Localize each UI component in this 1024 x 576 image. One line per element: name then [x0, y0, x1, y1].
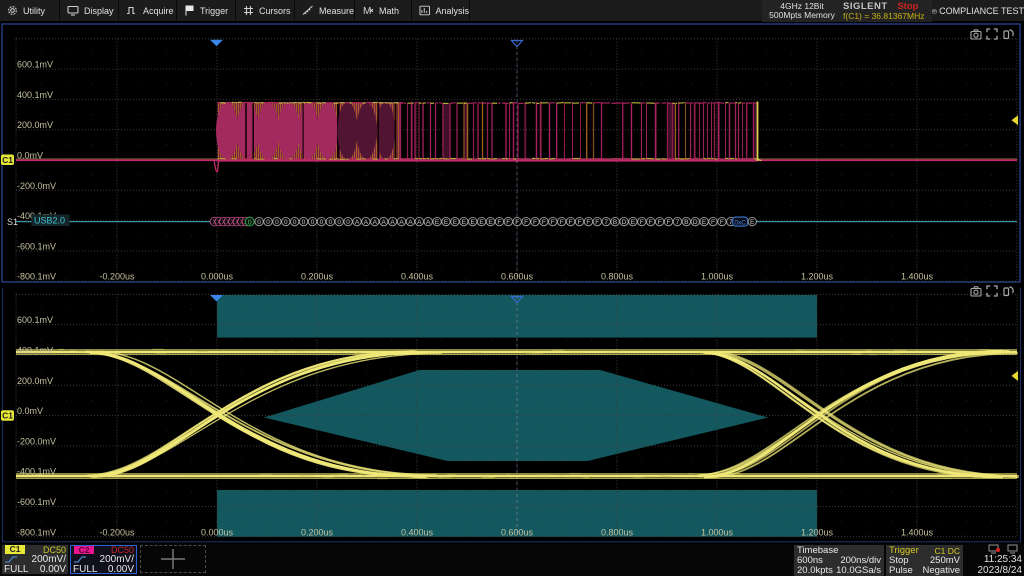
svg-text:A: A: [373, 219, 378, 226]
svg-text:A: A: [390, 219, 395, 226]
svg-text:600.1mV: 600.1mV: [17, 315, 53, 325]
svg-text:0: 0: [266, 219, 270, 226]
svg-text:0.800us: 0.800us: [601, 528, 634, 538]
svg-text:0.800us: 0.800us: [601, 272, 634, 282]
svg-text:A: A: [355, 219, 360, 226]
svg-text:0: 0: [346, 219, 350, 226]
svg-text:0xC: 0xC: [734, 219, 746, 226]
svg-text:-800.1mV: -800.1mV: [17, 527, 56, 537]
svg-text:F: F: [586, 219, 590, 226]
svg-text:0: 0: [248, 219, 252, 226]
svg-text:0.400us: 0.400us: [401, 272, 434, 282]
svg-text:0: 0: [293, 219, 297, 226]
svg-text:F: F: [569, 219, 573, 226]
svg-text:F: F: [658, 219, 662, 226]
svg-text:-600.1mV: -600.1mV: [17, 497, 56, 507]
svg-text:M: M: [363, 6, 371, 16]
svg-text:0.000us: 0.000us: [201, 528, 234, 538]
svg-text:E: E: [750, 219, 755, 226]
svg-text:A: A: [408, 219, 413, 226]
svg-text:E: E: [479, 219, 484, 226]
svg-text:D: D: [693, 219, 698, 226]
svg-text:-0.200us: -0.200us: [99, 272, 135, 282]
svg-text:1.200us: 1.200us: [801, 272, 834, 282]
svg-text:S1: S1: [7, 217, 18, 227]
svg-text:-200.0mV: -200.0mV: [17, 181, 56, 191]
svg-text:B: B: [684, 219, 688, 226]
svg-text:0: 0: [337, 219, 341, 226]
svg-text:D: D: [622, 219, 627, 226]
svg-text:-600.1mV: -600.1mV: [17, 241, 56, 251]
svg-text:0: 0: [320, 219, 324, 226]
svg-text:0: 0: [284, 219, 288, 226]
svg-text:A: A: [417, 219, 422, 226]
svg-text:400.1mV: 400.1mV: [17, 90, 53, 100]
svg-text:0: 0: [302, 219, 306, 226]
svg-text:1.000us: 1.000us: [701, 272, 734, 282]
svg-text:F: F: [720, 219, 724, 226]
svg-text:F: F: [497, 219, 501, 226]
svg-text:0.400us: 0.400us: [401, 528, 434, 538]
svg-text:A: A: [399, 219, 404, 226]
svg-text:F: F: [533, 219, 537, 226]
svg-text:A: A: [426, 219, 431, 226]
svg-text:E: E: [444, 219, 449, 226]
svg-text:F: F: [595, 219, 599, 226]
svg-text:7: 7: [676, 219, 680, 226]
svg-text:F: F: [551, 219, 555, 226]
svg-text:B: B: [613, 219, 617, 226]
svg-text:F: F: [667, 219, 671, 226]
svg-text:F: F: [649, 219, 653, 226]
svg-text:1.000us: 1.000us: [701, 528, 734, 538]
svg-text:F: F: [542, 219, 546, 226]
svg-text:-0.200us: -0.200us: [99, 528, 135, 538]
svg-text:0.0mV: 0.0mV: [17, 406, 43, 416]
svg-text:F: F: [506, 219, 510, 226]
svg-text:200.0mV: 200.0mV: [17, 120, 53, 130]
svg-text:0: 0: [311, 219, 315, 226]
svg-text:1.400us: 1.400us: [901, 528, 934, 538]
svg-text:0: 0: [328, 219, 332, 226]
svg-text:0: 0: [257, 219, 261, 226]
svg-text:C1: C1: [2, 411, 13, 421]
svg-text:600.1mV: 600.1mV: [17, 60, 53, 70]
svg-text:-400.1mV: -400.1mV: [17, 467, 56, 477]
svg-text:0.200us: 0.200us: [301, 272, 334, 282]
svg-text:0.200us: 0.200us: [301, 528, 334, 538]
svg-text:F: F: [524, 219, 528, 226]
svg-text:7: 7: [604, 219, 608, 226]
svg-text:F: F: [711, 219, 715, 226]
svg-text:0.0mV: 0.0mV: [17, 151, 43, 161]
svg-text:USB2.0: USB2.0: [34, 216, 65, 226]
svg-text:E: E: [488, 219, 493, 226]
svg-text:A: A: [382, 219, 387, 226]
svg-text:1.200us: 1.200us: [801, 528, 834, 538]
svg-text:E: E: [471, 219, 476, 226]
svg-text:-800.1mV: -800.1mV: [17, 272, 56, 282]
svg-text:0.000us: 0.000us: [201, 272, 234, 282]
svg-text:E: E: [702, 219, 707, 226]
svg-text:1.400us: 1.400us: [901, 272, 934, 282]
svg-text:E: E: [631, 219, 636, 226]
svg-text:E: E: [462, 219, 467, 226]
svg-text:F: F: [640, 219, 644, 226]
svg-text:200.0mV: 200.0mV: [17, 376, 53, 386]
svg-text:A: A: [364, 219, 369, 226]
svg-text:0.600us: 0.600us: [501, 528, 534, 538]
svg-text:400.1mV: 400.1mV: [17, 346, 53, 356]
svg-text:-200.0mV: -200.0mV: [17, 436, 56, 446]
svg-text:F: F: [560, 219, 564, 226]
svg-text:E: E: [435, 219, 440, 226]
svg-text:E: E: [453, 219, 458, 226]
svg-text:F: F: [578, 219, 582, 226]
svg-text:0: 0: [275, 219, 279, 226]
svg-text:C1: C1: [2, 155, 13, 165]
